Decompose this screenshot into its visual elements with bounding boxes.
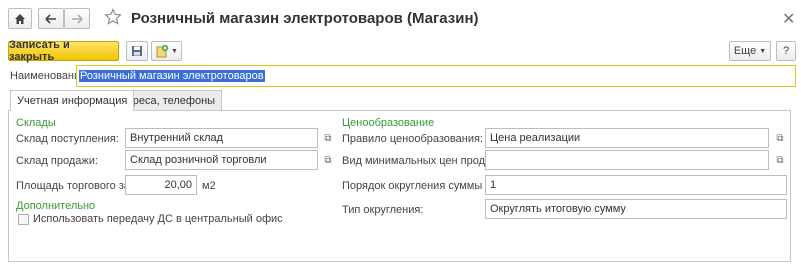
save-button[interactable] [126,41,148,61]
receipt-warehouse-field[interactable]: Внутренний склад [125,128,318,148]
favorite-button[interactable] [104,8,124,28]
warehouses-section-title: Склады [16,117,56,129]
page-title: Розничный магазин электротоваров (Магази… [131,10,479,27]
rounding-type-label: Тип округления: [342,204,424,216]
close-icon[interactable]: ✕ [782,9,795,29]
more-label: Еще [733,45,757,57]
pricing-rule-field[interactable]: Цена реализации [485,128,769,148]
more-menu-button[interactable]: Еще ▼ [729,41,771,61]
chevron-down-icon: ▼ [171,47,178,55]
open-icon[interactable]: ⧉ [321,128,335,148]
transfer-label: Использовать передачу ДС в центральный о… [33,213,283,225]
sale-warehouse-label: Склад продажи: [16,155,98,167]
chevron-down-icon: ▼ [759,47,767,55]
sale-warehouse-field[interactable]: Склад розничной торговли [125,150,318,170]
min-price-label: Вид минимальных цен продажи: [342,155,508,167]
tab-accounting-info[interactable]: Учетная информация [10,90,135,111]
forward-button[interactable] [64,8,90,29]
pricing-section-title: Ценообразование [342,117,435,129]
home-icon [15,13,25,24]
home-button[interactable] [8,8,32,29]
rounding-type-field[interactable]: Округлять итоговую сумму [485,199,787,219]
min-price-field[interactable] [485,150,769,170]
receipt-warehouse-label: Склад поступления: [16,133,119,145]
transfer-checkbox[interactable] [18,214,29,225]
create-based-on-button[interactable]: ▼ [151,41,182,61]
create-based-icon [156,44,169,58]
arrow-right-icon [72,13,83,24]
help-icon: ? [782,45,790,57]
sales-area-unit: м2 [202,180,216,192]
name-field[interactable]: Розничный магазин электротоваров [76,65,796,87]
open-icon[interactable]: ⧉ [773,150,787,170]
save-and-close-button[interactable]: Записать и закрыть [8,39,119,63]
additional-section-title: Дополнительно [16,200,96,212]
rounding-order-field[interactable]: 1 [485,175,787,195]
back-button[interactable] [38,8,64,29]
floppy-icon [132,46,142,56]
pricing-rule-label: Правило ценообразования: [342,133,483,145]
star-icon [104,8,122,25]
open-icon[interactable]: ⧉ [321,150,335,170]
open-icon[interactable]: ⧉ [773,128,787,148]
arrow-left-icon [45,13,56,24]
sales-area-input[interactable]: 20,00 [125,175,197,195]
name-value: Розничный магазин электротоваров [79,70,265,82]
help-button[interactable]: ? [776,41,796,61]
